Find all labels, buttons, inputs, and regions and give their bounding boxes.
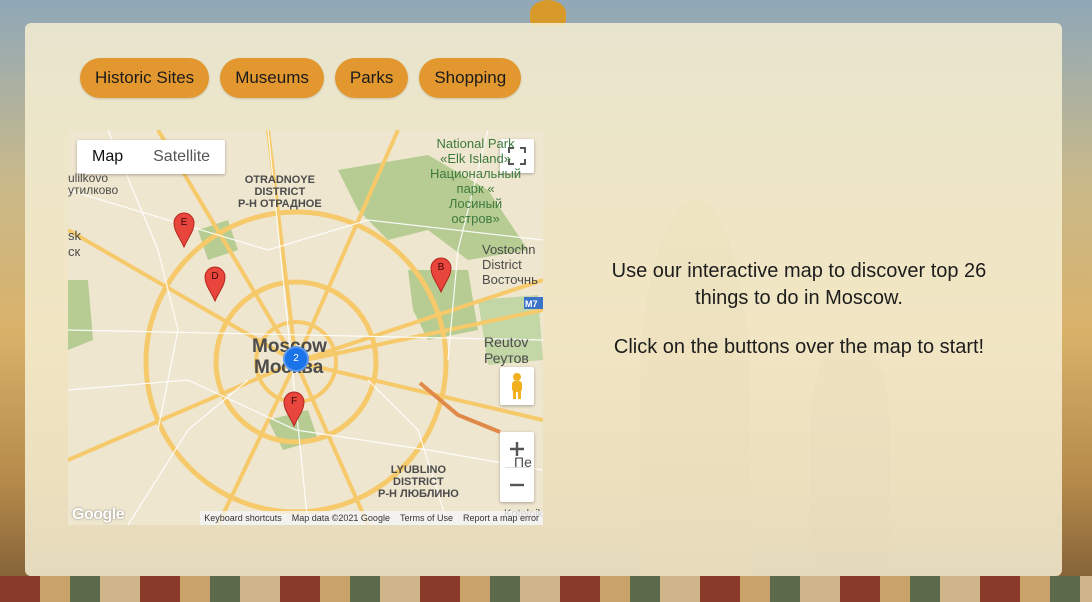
background-photo-strip [0, 576, 1092, 602]
filter-historic-sites-button[interactable]: Historic Sites [80, 58, 210, 98]
intro-line-2: Click on the buttons over the map to sta… [613, 336, 985, 358]
filter-shopping-button[interactable]: Shopping [419, 58, 522, 98]
map-label-pe: Пе [514, 454, 532, 470]
map-label-left-edge: sk ск [68, 228, 81, 259]
map-marker[interactable]: F [283, 391, 305, 428]
terms-of-use-link[interactable]: Terms of Use [400, 513, 453, 523]
map-data-attribution: Map data ©2021 Google [291, 513, 390, 523]
map-label-national-park: National Park «Elk Island» Национальный … [430, 136, 522, 226]
map-label-putilkovo: ulilkovo утилково [68, 171, 119, 197]
marker-label: D [211, 271, 219, 282]
report-map-error-link[interactable]: Report a map error [463, 513, 539, 523]
map-label-reutov: Reutov Реутов [484, 334, 529, 366]
filter-parks-button[interactable]: Parks [334, 58, 409, 98]
zoom-out-button[interactable] [500, 467, 534, 502]
filter-buttons: Historic Sites Museums Parks Shopping [80, 58, 522, 98]
intro-text: Use our interactive map to discover top … [584, 258, 1014, 383]
map-label-lyublino: LYUBLINO DISTRICT Р-Н ЛЮБЛИНО [378, 464, 459, 500]
pegman-icon [512, 373, 522, 399]
map-label-otradnoye: OTRADNOYE DISTRICT Р-Н ОТРАДНОЕ [238, 174, 322, 210]
marker-cluster[interactable]: 2 [283, 346, 309, 372]
map-marker[interactable]: B [430, 257, 452, 294]
intro-line-1: Use our interactive map to discover top … [611, 260, 987, 309]
map-footer: Keyboard shortcuts Map data ©2021 Google… [68, 511, 543, 525]
map-label-vostochny: Vostochn District Восточнь [482, 242, 538, 287]
marker-label: F [290, 396, 298, 407]
map-type-satellite-button[interactable]: Satellite [138, 140, 225, 174]
map-marker[interactable]: D [204, 266, 226, 303]
map-widget[interactable]: Map Satellite OTRADNOYE DISTRICT Р-Н ОТР… [68, 130, 543, 525]
map-marker[interactable]: E [173, 212, 195, 249]
map-type-map-button[interactable]: Map [77, 140, 138, 174]
map-type-control: Map Satellite [77, 140, 226, 174]
minus-icon [510, 483, 524, 486]
street-view-pegman-button[interactable] [500, 367, 534, 405]
map-footer-bar: Keyboard shortcuts Map data ©2021 Google… [200, 511, 543, 525]
filter-museums-button[interactable]: Museums [220, 58, 324, 98]
map-label-highway: M7 [525, 299, 538, 309]
marker-label: E [180, 217, 188, 228]
keyboard-shortcuts-link[interactable]: Keyboard shortcuts [204, 513, 282, 523]
marker-label: B [437, 262, 445, 273]
